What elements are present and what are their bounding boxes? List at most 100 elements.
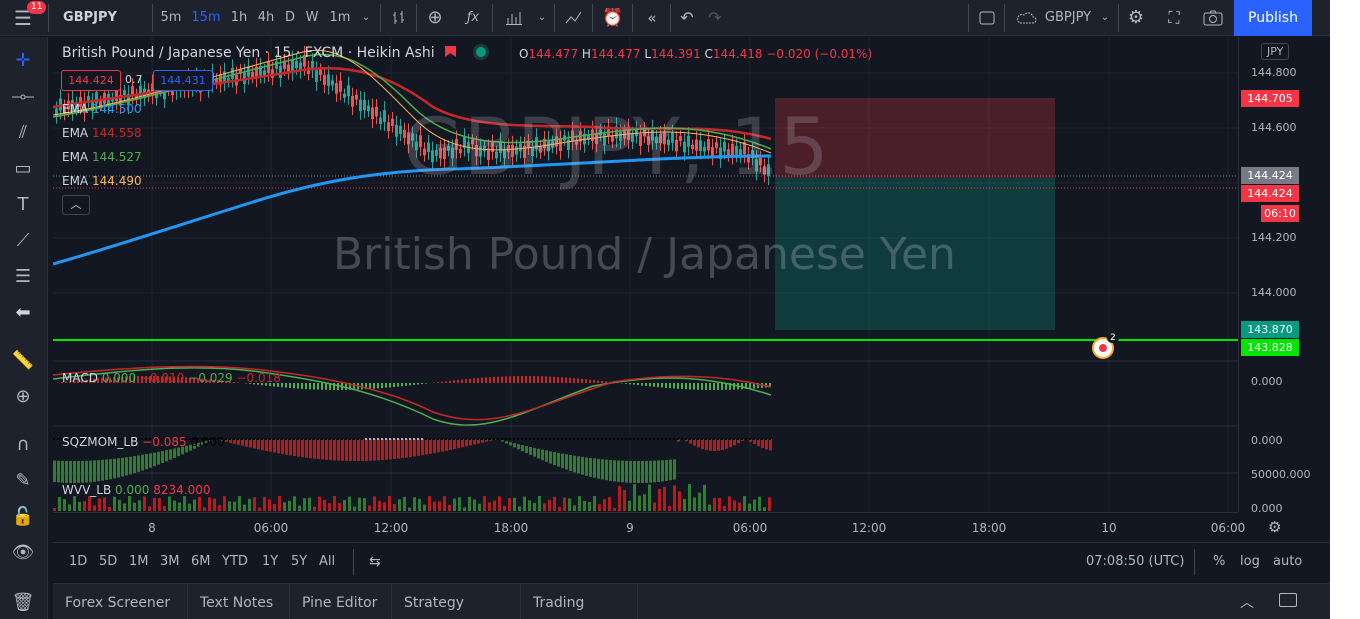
range-ytd[interactable]: YTD	[222, 554, 248, 569]
sqzmom-dot	[369, 438, 371, 440]
sqzmom-bar	[565, 454, 568, 470]
sqzmom-dot	[717, 438, 719, 440]
ema-row[interactable]: EMA 144.500	[62, 102, 142, 116]
ema-row[interactable]: EMA 144.527	[62, 150, 142, 164]
chevron-up-icon[interactable]: ︿	[1240, 592, 1254, 612]
compare-bars-icon[interactable]	[502, 0, 526, 36]
date-range-icon[interactable]: ⇆	[369, 554, 381, 570]
alert-clock-icon[interactable]: ⏰	[600, 0, 626, 36]
range-1m[interactable]: 1M	[129, 554, 149, 569]
sqzmom-dot	[629, 438, 631, 440]
zoom-in-icon[interactable]: ⊕	[9, 383, 37, 411]
chevron-down-icon[interactable]: ⌄	[1098, 0, 1112, 36]
range-1y[interactable]: 1Y	[262, 554, 278, 569]
pencil-lock-icon[interactable]: ✎	[9, 467, 37, 495]
tab-text-notes[interactable]: Text Notes	[188, 584, 290, 619]
macd-bar	[597, 380, 599, 383]
interval-w[interactable]: W	[303, 0, 321, 36]
layout-icon[interactable]	[976, 0, 998, 36]
tab-trading-panel[interactable]: Trading Panel	[521, 584, 638, 619]
symbol-search[interactable]: GBPJPY	[60, 0, 120, 36]
cloud-icon[interactable]	[1012, 0, 1040, 36]
ema-row[interactable]: EMA 144.558	[62, 126, 142, 140]
ruler-icon[interactable]: 📏	[9, 347, 37, 375]
interval-1m[interactable]: 1m	[328, 0, 352, 36]
sell-button[interactable]: 144.424	[61, 70, 121, 91]
arrow-left-icon[interactable]: ⬅	[9, 299, 37, 327]
interval-5m[interactable]: 5m	[158, 0, 184, 36]
clock[interactable]: 07:08:50 (UTC)	[1086, 554, 1184, 569]
macd-bar	[709, 383, 711, 390]
sqzmom-dot	[553, 438, 555, 440]
camera-icon[interactable]	[1200, 0, 1226, 36]
fullscreen-icon[interactable]: ⛶	[1162, 0, 1186, 36]
layout-name[interactable]: GBPJPY	[1040, 0, 1096, 36]
trash-icon[interactable]: 🗑	[9, 589, 37, 617]
sqzmom-bar	[121, 457, 124, 477]
templates-icon[interactable]	[562, 0, 586, 36]
rectangle-icon[interactable]: ▭	[9, 155, 37, 183]
currency-label[interactable]: JPY	[1261, 43, 1290, 60]
range-3m[interactable]: 3M	[160, 554, 180, 569]
add-indicator-icon[interactable]: ⊕	[424, 0, 446, 36]
undo-icon[interactable]: ↶	[676, 0, 698, 36]
wvv-bar	[68, 504, 71, 511]
range-6m[interactable]: 6M	[191, 554, 211, 569]
percent-toggle[interactable]: %	[1213, 554, 1225, 569]
wvv-bar	[343, 500, 346, 511]
chevron-down-icon[interactable]: ⌄	[536, 0, 548, 36]
magnet-icon[interactable]: ∩	[9, 431, 37, 459]
gear-icon[interactable]: ⚙	[1124, 0, 1148, 36]
bar-style-icon[interactable]	[388, 0, 410, 36]
sqzmom-dot	[349, 438, 351, 440]
wvv-bar	[438, 501, 441, 511]
price-axis[interactable]: JPY 144.800 144.705 144.600 144.424 144.…	[1238, 37, 1330, 515]
sqzmom-bar	[125, 457, 128, 476]
tab-forex-screener[interactable]: Forex Screener ⌄	[53, 584, 188, 619]
redo-icon[interactable]: ↷	[704, 0, 726, 36]
indicators-fx-icon[interactable]: ƒx	[462, 0, 484, 36]
text-icon[interactable]: T	[9, 191, 37, 219]
pattern-icon[interactable]: ⟋	[9, 227, 37, 255]
interval-d[interactable]: D	[282, 0, 298, 36]
wvv-legend[interactable]: WVV_LB 0.000 8234.000	[62, 483, 210, 497]
range-5d[interactable]: 5D	[99, 554, 117, 569]
collapse-legend-button[interactable]: ︿	[62, 195, 90, 215]
chart-pane[interactable]: GBPJPY, 15 British Pound / Japanese Yen …	[53, 37, 1238, 512]
range-1d[interactable]: 1D	[69, 554, 87, 569]
interval-1h[interactable]: 1h	[228, 0, 250, 36]
interval-4h[interactable]: 4h	[255, 0, 277, 36]
macd-legend[interactable]: MACD 0.000 −0.010 −0.029 −0.018	[62, 371, 281, 385]
sqzmom-legend[interactable]: SQZMOM_LB −0.085 0.000	[62, 435, 225, 449]
sqzmom-bar	[717, 439, 720, 451]
macd-bar	[389, 383, 391, 388]
long-position-icon[interactable]: ☰	[9, 263, 37, 291]
macd-bar	[293, 383, 295, 389]
wvv-bar	[398, 499, 401, 511]
sqzmom-bar	[429, 439, 432, 454]
pitchfork-icon[interactable]: ⫽	[9, 119, 37, 147]
replay-icon[interactable]: «	[640, 0, 664, 36]
tab-pine-editor[interactable]: Pine Editor	[290, 584, 392, 619]
buy-button[interactable]: 144.431	[153, 70, 213, 91]
gear-icon[interactable]: ⚙	[1268, 518, 1281, 536]
flag-icon[interactable]	[445, 46, 457, 57]
interval-15m[interactable]: 15m	[190, 0, 222, 36]
sqzmom-bar	[345, 439, 348, 461]
range-5y[interactable]: 5Y	[291, 554, 307, 569]
symbol-legend[interactable]: British Pound / Japanese Yen · 15 · FXCM…	[62, 45, 487, 61]
time-axis[interactable]: 8 06:00 12:00 18:00 9 06:00 12:00 18:00 …	[53, 512, 1281, 542]
tab-strategy-tester[interactable]: Strategy Tester	[392, 584, 521, 619]
range-all[interactable]: All	[319, 554, 335, 569]
log-toggle[interactable]: log	[1240, 554, 1260, 569]
trendline-icon[interactable]	[9, 83, 37, 111]
publish-button[interactable]: Publish	[1234, 0, 1312, 36]
ema-row[interactable]: EMA 144.490	[62, 174, 142, 188]
maximize-panel-icon[interactable]	[1279, 593, 1297, 607]
eye-icon[interactable]: 👁	[9, 539, 37, 567]
chevron-down-icon[interactable]: ⌄	[358, 0, 374, 36]
wvv-tick: 0.000	[1251, 502, 1283, 515]
crosshair-icon[interactable]: ✛	[9, 47, 37, 75]
lock-icon[interactable]: 🔓	[9, 503, 37, 531]
auto-toggle[interactable]: auto	[1273, 554, 1302, 569]
